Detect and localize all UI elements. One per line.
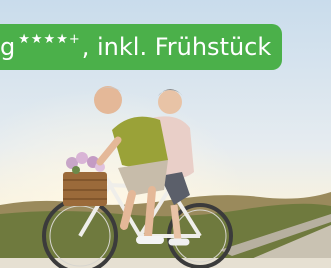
banner-offer-text: , inkl. Frühstück: [81, 33, 272, 61]
offer-banner[interactable]: g ★★★★+ , inkl. Frühstück: [0, 24, 282, 70]
star-rating-icon: ★★★★+: [18, 31, 81, 47]
hotel-ad-card[interactable]: g ★★★★+ , inkl. Frühstück: [0, 0, 331, 268]
banner-lead-text: g: [0, 33, 16, 61]
